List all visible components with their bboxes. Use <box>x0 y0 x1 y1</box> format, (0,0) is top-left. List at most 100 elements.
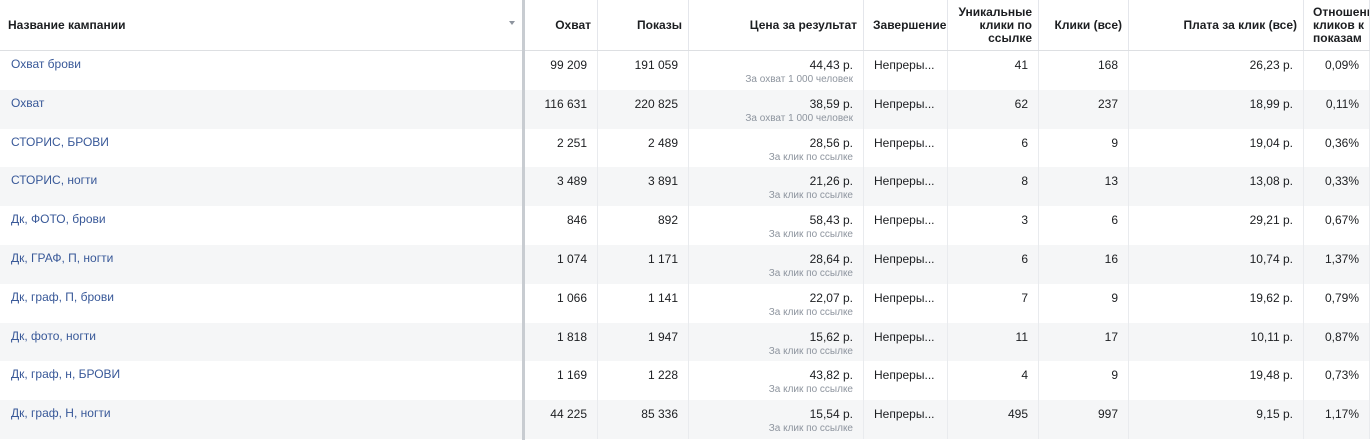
ctr-cell: 0,87% <box>1304 322 1370 362</box>
campaign-name-link[interactable]: Охват брови <box>11 57 81 71</box>
column-header-reach[interactable]: Охват <box>524 0 598 50</box>
ctr-cell: 0,33% <box>1304 167 1370 207</box>
ctr-value: 1,37% <box>1324 252 1359 266</box>
clicks-all-value: 9 <box>1111 135 1118 150</box>
reach-value: 1 818 <box>556 329 587 344</box>
column-header-clicks-all[interactable]: Клики (все) <box>1039 0 1129 50</box>
unique-link-clicks-value: 6 <box>1021 252 1028 266</box>
reach-cell: 3 489 <box>524 167 598 207</box>
impressions-value: 1 141 <box>647 290 678 305</box>
impressions-cell: 3 891 <box>598 167 689 207</box>
cost-per-result-label: За клик по ссылке <box>768 306 853 318</box>
ctr-cell: 0,09% <box>1304 51 1370 90</box>
cost-per-result-cell: 21,26 р. За клик по ссылке <box>689 167 864 207</box>
impressions-value: 191 059 <box>634 58 678 72</box>
table-row[interactable]: СТОРИС, БРОВИ 2 251 2 489 28,56 р. За кл… <box>0 128 1370 168</box>
campaign-name-cell: Дк, граф, П, брови <box>0 283 524 323</box>
ends-value: Непреры... <box>874 290 935 305</box>
campaign-name-link[interactable]: Дк, фото, ногти <box>11 329 96 343</box>
reach-cell: 1 169 <box>524 361 598 401</box>
cost-per-result-label: За клик по ссылке <box>768 345 853 357</box>
reach-value: 2 251 <box>556 135 587 150</box>
reach-value: 3 489 <box>556 174 587 189</box>
ctr-cell: 1,37% <box>1304 245 1370 284</box>
clicks-all-cell: 9 <box>1039 128 1129 168</box>
cost-per-result-label: За клик по ссылке <box>768 151 853 163</box>
cost-per-result-cell: 38,59 р. За охват 1 000 человек <box>689 89 864 129</box>
reach-value: 99 209 <box>550 58 587 72</box>
ctr-value: 0,79% <box>1324 290 1359 305</box>
unique-link-clicks-cell: 495 <box>948 400 1039 439</box>
cost-per-result-cell: 43,82 р. За клик по ссылке <box>689 361 864 401</box>
cpc-value: 13,08 р. <box>1249 174 1293 189</box>
table-row[interactable]: Охват брови 99 209 191 059 44,43 р. За о… <box>0 51 1370 90</box>
cost-per-result-value: 43,82 р. <box>809 368 853 383</box>
column-header-ctr[interactable]: Отношение кликов к показам <box>1304 0 1370 50</box>
cost-per-result-cell: 44,43 р. За охват 1 000 человек <box>689 51 864 90</box>
ends-value: Непреры... <box>874 213 935 228</box>
reach-cell: 846 <box>524 206 598 245</box>
cost-per-result-value: 44,43 р. <box>809 58 853 72</box>
impressions-cell: 85 336 <box>598 400 689 439</box>
table-row[interactable]: СТОРИС, ногти 3 489 3 891 21,26 р. За кл… <box>0 167 1370 207</box>
column-header-cpc[interactable]: Плата за клик (все) <box>1129 0 1304 50</box>
ctr-cell: 0,73% <box>1304 361 1370 401</box>
unique-link-clicks-cell: 11 <box>948 322 1039 362</box>
campaign-name-link[interactable]: Дк, граф, П, брови <box>11 290 114 304</box>
unique-link-clicks-value: 495 <box>1007 407 1028 422</box>
cost-per-result-value: 28,56 р. <box>809 135 853 150</box>
unique-link-clicks-value: 4 <box>1021 368 1028 383</box>
clicks-all-value: 168 <box>1097 58 1118 72</box>
table-row[interactable]: Дк, ФОТО, брови 846 892 58,43 р. За клик… <box>0 206 1370 245</box>
reach-cell: 99 209 <box>524 51 598 90</box>
impressions-value: 892 <box>657 213 678 228</box>
unique-link-clicks-cell: 7 <box>948 283 1039 323</box>
cost-per-result-cell: 15,62 р. За клик по ссылке <box>689 322 864 362</box>
cost-per-result-label: За клик по ссылке <box>768 229 853 241</box>
clicks-all-cell: 168 <box>1039 51 1129 90</box>
table-row[interactable]: Дк, ГРАФ, П, ногти 1 074 1 171 28,64 р. … <box>0 245 1370 284</box>
cpc-cell: 19,62 р. <box>1129 283 1304 323</box>
column-header-cost-per-result[interactable]: Цена за результат <box>689 0 864 50</box>
ctr-value: 0,87% <box>1324 329 1359 344</box>
reach-value: 1 074 <box>556 252 587 266</box>
column-header-unique-link-clicks[interactable]: Уникальные клики по ссылке <box>948 0 1039 50</box>
table-row[interactable]: Дк, фото, ногти 1 818 1 947 15,62 р. За … <box>0 322 1370 362</box>
clicks-all-value: 17 <box>1104 329 1118 344</box>
campaign-name-link[interactable]: Дк, ГРАФ, П, ногти <box>11 251 113 265</box>
campaign-name-link[interactable]: СТОРИС, ногти <box>11 173 97 187</box>
unique-link-clicks-value: 62 <box>1014 96 1028 111</box>
campaign-name-cell: Дк, фото, ногти <box>0 322 524 362</box>
campaign-name-link[interactable]: Охват <box>11 96 44 110</box>
campaign-name-link[interactable]: Дк, ФОТО, брови <box>11 212 106 226</box>
sort-dropdown-icon[interactable] <box>509 21 515 25</box>
reach-cell: 116 631 <box>524 89 598 129</box>
frozen-column-divider <box>522 0 525 440</box>
impressions-cell: 220 825 <box>598 89 689 129</box>
clicks-all-cell: 16 <box>1039 245 1129 284</box>
reach-cell: 1 818 <box>524 322 598 362</box>
column-header-ends[interactable]: Завершение <box>864 0 948 50</box>
column-header-name[interactable]: Название кампании <box>0 0 524 50</box>
impressions-cell: 1 947 <box>598 322 689 362</box>
table-row[interactable]: Дк, граф, Н, ногти 44 225 85 336 15,54 р… <box>0 400 1370 439</box>
column-header-impressions[interactable]: Показы <box>598 0 689 50</box>
impressions-value: 1 947 <box>647 329 678 344</box>
table-row[interactable]: Охват 116 631 220 825 38,59 р. За охват … <box>0 89 1370 129</box>
campaign-name-link[interactable]: СТОРИС, БРОВИ <box>11 135 109 149</box>
cost-per-result-value: 38,59 р. <box>809 96 853 111</box>
cost-per-result-cell: 22,07 р. За клик по ссылке <box>689 283 864 323</box>
campaign-name-link[interactable]: Дк, граф, Н, ногти <box>11 406 111 420</box>
clicks-all-cell: 13 <box>1039 167 1129 207</box>
unique-link-clicks-cell: 6 <box>948 128 1039 168</box>
table-row[interactable]: Дк, граф, П, брови 1 066 1 141 22,07 р. … <box>0 283 1370 323</box>
cpc-cell: 19,48 р. <box>1129 361 1304 401</box>
cost-per-result-value: 15,54 р. <box>809 407 853 422</box>
ctr-value: 0,33% <box>1324 174 1359 189</box>
clicks-all-cell: 9 <box>1039 361 1129 401</box>
ends-value: Непреры... <box>874 174 935 189</box>
ends-value: Непреры... <box>874 135 935 150</box>
table-row[interactable]: Дк, граф, н, БРОВИ 1 169 1 228 43,82 р. … <box>0 361 1370 401</box>
campaign-name-link[interactable]: Дк, граф, н, БРОВИ <box>11 367 120 381</box>
impressions-value: 2 489 <box>647 135 678 150</box>
